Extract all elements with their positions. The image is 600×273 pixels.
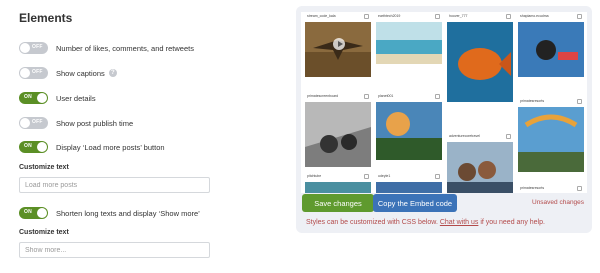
user-details-label: User details <box>56 93 96 103</box>
chat-with-us-link[interactable]: Chat with us <box>440 219 479 226</box>
section-title: Elements <box>19 11 73 25</box>
post-card[interactable]: adventurecoretravel <box>447 132 513 193</box>
copy-embed-code-button[interactable]: Copy the Embed code <box>373 194 457 212</box>
post-card[interactable]: hoover_777 <box>447 12 513 132</box>
instagram-icon <box>435 174 440 179</box>
play-icon[interactable] <box>333 38 345 50</box>
show-more-text-input[interactable] <box>19 242 210 258</box>
post-card[interactable]: primatesresorts <box>518 97 584 182</box>
instagram-icon <box>435 14 440 19</box>
load-more-toggle[interactable]: ON <box>19 141 48 153</box>
toggle-state-label: OFF <box>32 44 43 50</box>
post-image-bw-riders <box>305 102 371 167</box>
setting-captions-row[interactable]: OFF Show captions ? <box>19 66 117 80</box>
post-username: hoover_777 <box>449 14 468 18</box>
setting-user-details-row[interactable]: ON User details <box>19 91 96 105</box>
post-image-diver <box>518 22 584 77</box>
likes-toggle[interactable]: OFF <box>19 42 48 54</box>
post-card[interactable]: planet001 <box>376 92 442 167</box>
user-details-toggle[interactable]: ON <box>19 92 48 104</box>
feed-preview[interactable]: stream_code_kala primatescreenboard pitc… <box>301 12 587 193</box>
setting-show-more-row[interactable]: ON Shorten long texts and display ‘Show … <box>19 206 200 220</box>
post-card[interactable]: shapiamo.ecudma <box>518 12 584 92</box>
toggle-knob <box>20 68 30 78</box>
note-suffix: if you need any help. <box>480 219 545 226</box>
instagram-icon <box>577 99 582 104</box>
customize-text-label: Customize text <box>19 164 69 171</box>
instagram-icon <box>506 134 511 139</box>
toggle-state-label: ON <box>24 143 32 149</box>
instagram-icon <box>364 94 369 99</box>
post-image-fish <box>447 22 513 102</box>
settings-panel: Elements OFF Number of likes, comments, … <box>0 0 290 273</box>
setting-load-more-row[interactable]: ON Display ‘Load more posts’ button <box>19 140 165 154</box>
post-image-landscape <box>376 102 442 160</box>
show-more-label: Shorten long texts and display ‘Show mor… <box>56 208 200 218</box>
toggle-knob <box>20 118 30 128</box>
post-image-friends <box>447 142 513 193</box>
post-card[interactable]: earthtech2019 <box>376 12 442 87</box>
post-username: shapiamo.ecudma <box>520 14 549 18</box>
help-icon[interactable]: ? <box>108 69 117 77</box>
publish-time-toggle[interactable]: OFF <box>19 117 48 129</box>
post-username: primatesresorts <box>520 99 545 103</box>
toggle-knob <box>37 208 47 218</box>
save-changes-button[interactable]: Save changes <box>302 194 374 212</box>
load-more-text-input[interactable] <box>19 177 210 193</box>
post-username: pitchtube <box>307 174 322 178</box>
setting-likes-row[interactable]: OFF Number of likes, comments, and retwe… <box>19 41 194 55</box>
post-card[interactable]: pitchtube <box>305 172 371 193</box>
toggle-knob <box>20 43 30 53</box>
instagram-icon <box>577 14 582 19</box>
toggle-state-label: OFF <box>32 69 43 75</box>
post-image-water <box>305 182 371 193</box>
note-prefix: Styles can be customized with CSS below. <box>306 219 438 226</box>
instagram-icon <box>364 174 369 179</box>
post-card[interactable]: primatescreenboard <box>305 92 371 167</box>
show-more-toggle[interactable]: ON <box>19 207 48 219</box>
captions-toggle[interactable]: OFF <box>19 67 48 79</box>
post-image-beach <box>376 22 442 64</box>
post-username: planet001 <box>378 94 394 98</box>
customize-text-label: Customize text <box>19 229 69 236</box>
captions-label: Show captions <box>56 68 105 78</box>
styles-help-note: Styles can be customized with CSS below.… <box>306 219 545 226</box>
post-username: primatescreenboard <box>307 94 339 98</box>
post-username: primatesresorts <box>520 186 545 190</box>
post-username: earthtech2019 <box>378 14 401 18</box>
post-card[interactable]: udeyle1 <box>376 172 442 193</box>
publish-time-label: Show post publish time <box>56 118 134 128</box>
post-image-paraglider <box>518 107 584 172</box>
post-username: stream_code_kala <box>307 14 336 18</box>
instagram-icon <box>435 94 440 99</box>
unsaved-changes-text: Unsaved changes <box>532 199 585 206</box>
post-username: udeyle1 <box>378 174 391 178</box>
toggle-state-label: ON <box>24 209 32 215</box>
instagram-icon <box>364 14 369 19</box>
load-more-label: Display ‘Load more posts’ button <box>56 142 165 152</box>
toggle-knob <box>37 142 47 152</box>
setting-publish-time-row[interactable]: OFF Show post publish time <box>19 116 133 130</box>
likes-label: Number of likes, comments, and retweets <box>56 43 194 53</box>
toggle-state-label: ON <box>24 94 32 100</box>
post-card[interactable]: primatesresorts <box>518 184 584 193</box>
toggle-knob <box>37 93 47 103</box>
post-image-sky <box>376 182 442 193</box>
toggle-state-label: OFF <box>32 119 43 125</box>
post-card[interactable]: stream_code_kala <box>305 12 371 87</box>
instagram-icon <box>577 186 582 191</box>
post-username: adventurecoretravel <box>449 134 480 138</box>
preview-panel: stream_code_kala primatescreenboard pitc… <box>296 6 592 233</box>
instagram-icon <box>506 14 511 19</box>
